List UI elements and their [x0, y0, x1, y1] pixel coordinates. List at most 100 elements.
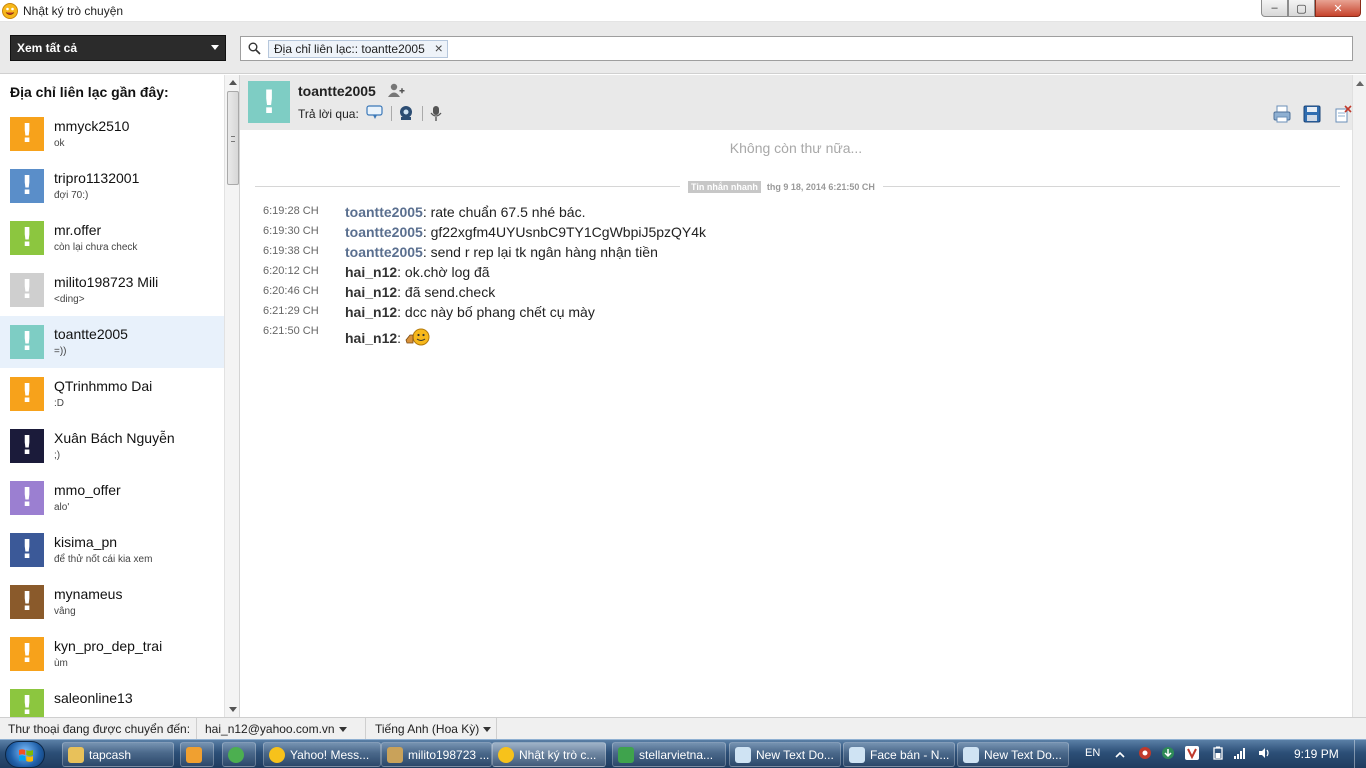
message-text: :	[397, 330, 402, 346]
input-language-indicator[interactable]: EN	[1085, 747, 1100, 759]
default-avatar-icon: !	[21, 119, 33, 149]
contact-item[interactable]: ! milito198723 Mili <ding>	[0, 264, 224, 316]
app-icon	[228, 747, 244, 763]
message-content: hai_n12: đã send.check	[345, 284, 495, 300]
default-avatar-icon: !	[21, 275, 33, 305]
taskbar-button-label: stellarvietna...	[639, 748, 714, 762]
sidebar-scrollbar[interactable]	[224, 75, 239, 717]
forward-account-value: hai_n12@yahoo.com.vn	[205, 722, 335, 736]
microphone-icon[interactable]	[429, 105, 443, 122]
taskbar-button[interactable]: New Text Do...	[957, 742, 1069, 767]
taskbar-button[interactable]	[222, 742, 256, 767]
taskbar-button[interactable]: milito198723 ...	[381, 742, 492, 767]
language-dropdown[interactable]: Tiếng Anh (Hoa Kỳ)	[375, 722, 492, 736]
video-call-icon[interactable]	[398, 105, 414, 121]
forward-account-dropdown[interactable]: hai_n12@yahoo.com.vn	[205, 722, 347, 736]
contact-item[interactable]: ! mynameus vâng	[0, 576, 224, 628]
language-value: Tiếng Anh (Hoa Kỳ)	[375, 722, 480, 736]
print-icon[interactable]	[1272, 104, 1292, 124]
contact-item[interactable]: ! Xuân Bách Nguyễn;)	[0, 420, 224, 472]
avatar: !	[10, 481, 44, 515]
chevron-up-icon[interactable]	[1113, 748, 1127, 762]
app-icon	[849, 747, 865, 763]
scrollbar-thumb[interactable]	[227, 91, 239, 185]
contact-item[interactable]: ! mr.offer còn lại chưa check	[0, 212, 224, 264]
battery-icon[interactable]	[1211, 746, 1225, 760]
message-row: 6:21:50 CH hai_n12:	[240, 323, 1352, 346]
taskbar-button[interactable]: Nhật ký trò c...	[492, 742, 606, 767]
taskbar-button[interactable]: stellarvietna...	[612, 742, 726, 767]
close-button[interactable]: ✕	[1315, 0, 1361, 17]
app-icon	[68, 747, 84, 763]
default-avatar-icon: !	[21, 483, 33, 513]
chevron-down-icon	[483, 727, 492, 732]
message-time: 6:20:12 CH	[263, 265, 319, 277]
antivirus-icon[interactable]	[1138, 746, 1152, 760]
message-history: Không còn thư nữa... Tin nhắn nhanh thg …	[240, 130, 1352, 717]
session-divider: Tin nhắn nhanh thg 9 18, 2014 6:21:50 CH	[680, 181, 883, 193]
contact-item[interactable]: ! kyn_pro_dep_trai ùm	[0, 628, 224, 680]
contact-item[interactable]: ! kisima_pn để thử nốt cái kia xem	[0, 524, 224, 576]
avatar: !	[10, 117, 44, 151]
taskbar-button-label: tapcash	[89, 748, 132, 762]
system-clock[interactable]: 9:19 PM	[1294, 747, 1339, 761]
contact-item[interactable]: ! mmyck2510 ok	[0, 108, 224, 160]
message-scrollbar[interactable]	[1352, 75, 1366, 717]
no-more-messages-text: Không còn thư nữa...	[729, 140, 863, 156]
download-manager-icon[interactable]	[1161, 746, 1175, 760]
app-icon	[387, 747, 403, 763]
windows-logo-icon	[19, 749, 33, 762]
contact-name: toantte2005	[54, 326, 128, 342]
divider	[391, 106, 392, 121]
contact-name: kisima_pn	[54, 534, 118, 550]
message-sender: toantte2005	[345, 224, 423, 240]
scroll-up-arrow-icon[interactable]	[229, 80, 237, 85]
taskbar-button[interactable]: tapcash	[62, 742, 174, 767]
default-avatar-icon: !	[21, 535, 33, 565]
taskbar-button[interactable]: Face bán - N...	[843, 742, 955, 767]
delete-icon[interactable]	[1333, 104, 1353, 124]
windows-taskbar: tapcash Yahoo! Mess... milito198723 ... Nhậ…	[0, 739, 1366, 768]
instant-message-icon[interactable]	[366, 105, 384, 121]
contact-item[interactable]: ! toantte2005 =))	[0, 316, 224, 368]
recent-contacts-heading: Địa chỉ liên lạc gần đây:	[10, 84, 169, 100]
message-time: 6:19:38 CH	[263, 245, 319, 257]
close-icon[interactable]: ×	[435, 41, 443, 56]
avatar: !	[10, 325, 44, 359]
default-avatar-icon: !	[21, 223, 33, 253]
contact-name: mr.offer	[54, 222, 102, 238]
network-signal-icon[interactable]	[1233, 746, 1247, 760]
contact-item[interactable]: ! QTrinhmmo Dai:D	[0, 368, 224, 420]
message-sender: hai_n12	[345, 284, 398, 300]
volume-icon[interactable]	[1257, 746, 1271, 760]
taskbar-button[interactable]: Yahoo! Mess...	[263, 742, 381, 767]
add-contact-icon[interactable]	[387, 82, 405, 98]
vivaldi-icon[interactable]	[1185, 746, 1199, 760]
taskbar-button[interactable]: New Text Do...	[729, 742, 841, 767]
contact-last-message: <ding>	[54, 294, 85, 305]
app-icon	[269, 747, 285, 763]
avatar: !	[10, 585, 44, 619]
window-controls: – ▢ ✕	[1261, 0, 1361, 17]
minimize-button[interactable]: –	[1261, 0, 1288, 17]
avatar: !	[10, 273, 44, 307]
scroll-down-arrow-icon[interactable]	[229, 707, 237, 712]
start-button[interactable]	[5, 741, 45, 768]
app-icon	[735, 747, 751, 763]
view-filter-dropdown[interactable]: Xem tất cả	[10, 35, 226, 61]
contact-last-message: ;)	[54, 450, 61, 461]
reply-via-label: Trả lời qua:	[298, 107, 359, 121]
show-desktop-button[interactable]	[1354, 740, 1366, 768]
toolbar: Xem tất cả Địa chỉ liên lạc:: toantte200…	[0, 22, 1366, 74]
scroll-up-arrow-icon[interactable]	[1356, 81, 1364, 86]
contact-name: saleonline13	[54, 690, 133, 706]
search-input[interactable]: Địa chỉ liên lạc:: toantte2005 ×	[240, 36, 1353, 61]
conversation-contact-name: toantte2005	[298, 83, 376, 99]
contact-item[interactable]: ! saleonline13	[0, 680, 224, 717]
contact-item[interactable]: ! mmo_offer alo'	[0, 472, 224, 524]
message-time: 6:19:28 CH	[263, 205, 319, 217]
taskbar-button[interactable]	[180, 742, 214, 767]
save-icon[interactable]	[1302, 104, 1322, 124]
maximize-button[interactable]: ▢	[1288, 0, 1315, 17]
contact-item[interactable]: ! tripro1132001 đợi 70:)	[0, 160, 224, 212]
